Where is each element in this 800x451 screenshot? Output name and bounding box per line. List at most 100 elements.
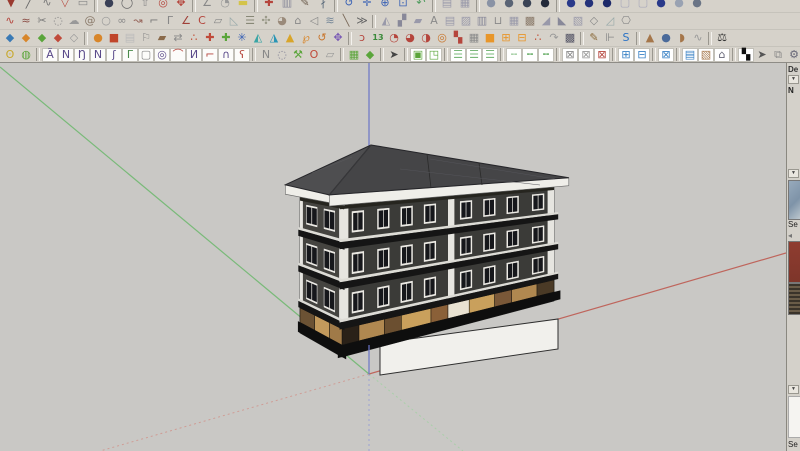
style-6-icon[interactable]: ● bbox=[688, 0, 706, 11]
circle-icon[interactable]: ● bbox=[100, 0, 118, 11]
diamond-red-icon[interactable]: ◆ bbox=[50, 31, 66, 45]
rectangle-icon[interactable]: ▭ bbox=[74, 0, 92, 11]
slash-icon[interactable]: ╲ bbox=[338, 14, 354, 28]
channel-icon[interactable]: ⊔ bbox=[490, 14, 506, 28]
checkerboard-icon[interactable]: ▚ bbox=[738, 48, 754, 62]
align-rows-c-icon[interactable]: ☰ bbox=[482, 48, 498, 62]
diamond-orange-icon[interactable]: ◆ bbox=[18, 31, 34, 45]
droplet-a-icon[interactable]: ◭ bbox=[250, 31, 266, 45]
polygon-icon[interactable]: ◯ bbox=[118, 0, 136, 11]
stack-icon[interactable]: ☰ bbox=[242, 14, 258, 28]
cloud-icon[interactable]: ☁ bbox=[66, 14, 82, 28]
hexagon-icon[interactable]: ⎔ bbox=[618, 14, 634, 28]
a-frame-icon[interactable]: A bbox=[426, 14, 442, 28]
tile-square-icon[interactable]: ▢ bbox=[138, 48, 154, 62]
material-swatch-stripes[interactable] bbox=[788, 283, 800, 315]
align-rows-a-icon[interactable]: ☰ bbox=[450, 48, 466, 62]
arc-arrow-icon[interactable]: ↷ bbox=[546, 31, 562, 45]
styles-dropdown-button[interactable]: ▼ bbox=[788, 385, 799, 394]
view-side-icon[interactable]: ● bbox=[652, 0, 670, 11]
diamond-green-icon[interactable]: ◆ bbox=[34, 31, 50, 45]
dimension-icon[interactable]: ▬ bbox=[234, 0, 252, 11]
flag-brown-icon[interactable]: ◗ bbox=[674, 31, 690, 45]
box-brown-icon[interactable]: ▧ bbox=[698, 48, 714, 62]
view-top-icon[interactable]: ● bbox=[580, 0, 598, 11]
style-3-icon[interactable]: ● bbox=[518, 0, 536, 11]
tray-collapse-button[interactable]: ▼ bbox=[788, 75, 799, 84]
dot-hexagon-icon[interactable]: ◌ bbox=[274, 48, 290, 62]
sketch-ball-icon[interactable]: ◍ bbox=[18, 48, 34, 62]
move-icon[interactable]: ✥ bbox=[172, 0, 190, 11]
s-swoosh-icon[interactable]: S bbox=[618, 31, 634, 45]
flag-icon[interactable]: ⚐ bbox=[138, 31, 154, 45]
fog-icon[interactable]: ▦ bbox=[456, 0, 474, 11]
warn-triangle-icon[interactable]: ▲ bbox=[282, 31, 298, 45]
viewport-3d[interactable] bbox=[0, 62, 786, 451]
fan-a-icon[interactable]: ◢ bbox=[538, 14, 554, 28]
styles-select-tab[interactable]: Se bbox=[788, 440, 798, 449]
dash-a-icon[interactable]: ╌ bbox=[506, 48, 522, 62]
styles-panel-thumbnail[interactable] bbox=[788, 396, 800, 438]
tile-s-icon[interactable]: ʃ bbox=[106, 48, 122, 62]
tile-g-icon[interactable]: Γ bbox=[122, 48, 138, 62]
fold-triangle-icon[interactable]: ◺ bbox=[226, 14, 242, 28]
lasso-icon[interactable]: ◌ bbox=[50, 14, 66, 28]
checker-red-icon[interactable]: ▚ bbox=[450, 31, 466, 45]
curve-arrow-icon[interactable]: ↺ bbox=[314, 31, 330, 45]
push-pull-icon[interactable]: ⇧ bbox=[136, 0, 154, 11]
scene-2-icon[interactable]: ▢ bbox=[634, 0, 652, 11]
materials-dropdown-button[interactable]: ▼ bbox=[788, 169, 799, 178]
fence-icon[interactable]: ⊩ bbox=[602, 31, 618, 45]
waves-icon[interactable]: ≋ bbox=[322, 14, 338, 28]
blob-icon[interactable]: ○ bbox=[98, 14, 114, 28]
style-2-icon[interactable]: ● bbox=[500, 0, 518, 11]
uturn-red-icon[interactable]: ↄ bbox=[354, 31, 370, 45]
xbox-b-icon[interactable]: ⊠ bbox=[578, 48, 594, 62]
pencil-b-icon[interactable]: ✎ bbox=[586, 31, 602, 45]
green-13-icon[interactable]: 13 bbox=[370, 31, 386, 45]
spline-icon[interactable]: ≈ bbox=[18, 14, 34, 28]
diamond-open-icon[interactable]: ◇ bbox=[586, 14, 602, 28]
dots-red-icon[interactable]: ∴ bbox=[530, 31, 546, 45]
perspective-box-icon[interactable]: ▱ bbox=[210, 14, 226, 28]
section-plane-icon[interactable]: ▥ bbox=[278, 0, 296, 11]
dash-c-icon[interactable]: ╍ bbox=[538, 48, 554, 62]
fan-b-icon[interactable]: ◣ bbox=[554, 14, 570, 28]
tile-arc-icon[interactable]: Ã bbox=[42, 48, 58, 62]
spiral-icon[interactable]: ℘ bbox=[298, 31, 314, 45]
style-4-icon[interactable]: ● bbox=[536, 0, 554, 11]
zoom-icon[interactable]: ⊕ bbox=[376, 0, 394, 11]
diamond-blue-icon[interactable]: ◆ bbox=[2, 31, 18, 45]
hatch-icon[interactable]: ▨ bbox=[458, 14, 474, 28]
dotted-curve-icon[interactable]: ∴ bbox=[186, 31, 202, 45]
pic-green-a-icon[interactable]: ▣ bbox=[410, 48, 426, 62]
material-preview-thumbnail[interactable] bbox=[788, 180, 800, 220]
axes-icon[interactable]: ✚ bbox=[260, 0, 278, 11]
select-icon[interactable]: ▼ bbox=[2, 0, 20, 11]
lock-icon[interactable]: ʘ bbox=[2, 48, 18, 62]
tile-i-icon[interactable]: И bbox=[186, 48, 202, 62]
oval-red-icon[interactable]: O bbox=[306, 48, 322, 62]
pane-blue-b-icon[interactable]: ⊟ bbox=[634, 48, 650, 62]
balance-scale-icon[interactable]: ⚖ bbox=[714, 31, 730, 45]
weave-a-icon[interactable]: ▤ bbox=[442, 14, 458, 28]
paste-icon[interactable]: ⧉ bbox=[770, 48, 786, 62]
zigzag-icon[interactable]: Ν bbox=[258, 48, 274, 62]
corner-b-icon[interactable]: Γ bbox=[162, 14, 178, 28]
tile-u-icon[interactable]: ∩ bbox=[218, 48, 234, 62]
xbox-red-icon[interactable]: ⊠ bbox=[594, 48, 610, 62]
line-icon[interactable]: ╱ bbox=[20, 0, 38, 11]
rotate-c-icon[interactable]: ◑ bbox=[418, 31, 434, 45]
pouch-icon[interactable]: ▰ bbox=[154, 31, 170, 45]
align-rows-b-icon[interactable]: ☰ bbox=[466, 48, 482, 62]
roof-gray-icon[interactable]: ⌂ bbox=[714, 48, 730, 62]
weave-c-icon[interactable]: ▩ bbox=[522, 14, 538, 28]
pane-blue-a-icon[interactable]: ⊞ bbox=[618, 48, 634, 62]
previous-view-icon[interactable]: ↶ bbox=[412, 0, 430, 11]
target-icon[interactable]: ◎ bbox=[434, 31, 450, 45]
crescent-icon[interactable]: C bbox=[194, 14, 210, 28]
plus-red-icon[interactable]: ✚ bbox=[202, 31, 218, 45]
swap-arrows-icon[interactable]: ⇄ bbox=[170, 31, 186, 45]
eraser-icon[interactable]: ▽ bbox=[56, 0, 74, 11]
plus-green-icon[interactable]: ✚ bbox=[218, 31, 234, 45]
